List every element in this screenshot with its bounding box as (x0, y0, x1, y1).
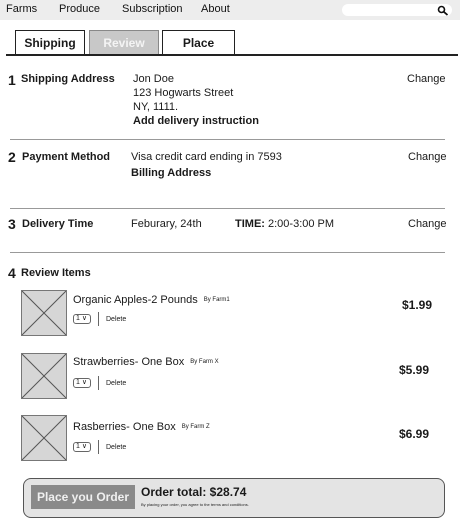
payment-method-heading: Payment Method (22, 151, 111, 163)
billing-address-link[interactable]: Billing Address (131, 167, 211, 179)
item-title[interactable]: Strawberries- One Box (73, 356, 184, 368)
delete-item-button[interactable]: Delete (106, 444, 126, 451)
quantity-value: 1 (76, 379, 80, 386)
chevron-down-icon: ∨ (81, 379, 87, 386)
city-address: NY, 1111. (133, 101, 179, 113)
product-image-placeholder (21, 353, 67, 399)
divider (10, 208, 445, 209)
chevron-down-icon: ∨ (81, 315, 87, 322)
divider (10, 252, 445, 253)
quantity-select[interactable]: 1 ∨ (73, 442, 91, 452)
item-farm: By Farm X (190, 359, 219, 366)
product-image-placeholder (21, 290, 67, 336)
section-number: 1 (8, 72, 16, 88)
item-price: $1.99 (402, 298, 433, 312)
divider (98, 312, 99, 326)
card-info: Visa credit card ending in 7593 (131, 151, 282, 163)
quantity-value: 1 (76, 443, 80, 450)
nav-produce[interactable]: Produce (59, 3, 100, 15)
street-address: 123 Hogwarts Street (133, 87, 234, 99)
item-farm: By Farm Z (181, 424, 210, 431)
nav-subscription[interactable]: Subscription (122, 3, 183, 15)
terms-notice[interactable]: By placing your order, you agree to the … (141, 502, 249, 507)
order-total: Order total: $28.74 (141, 485, 247, 499)
recipient-name: Jon Doe (133, 73, 174, 85)
time-label: TIME: (235, 218, 265, 230)
item-name: Rasberries- One Box By Farm Z (73, 421, 210, 433)
shipping-address-heading: Shipping Address (21, 73, 115, 85)
delete-item-button[interactable]: Delete (106, 380, 126, 387)
delivery-date: Feburary, 24th (131, 218, 202, 230)
nav-about[interactable]: About (201, 3, 230, 15)
section-number: 2 (8, 149, 16, 165)
item-title[interactable]: Organic Apples-2 Pounds (73, 294, 198, 306)
nav-farms[interactable]: Farms (6, 3, 37, 15)
delivery-time-window: 2:00-3:00 PM (268, 218, 335, 230)
item-name: Strawberries- One Box By Farm X (73, 356, 219, 368)
delivery-time-heading: Delivery Time (22, 218, 94, 230)
divider (10, 139, 445, 140)
section-number: 4 (8, 265, 16, 281)
tab-place[interactable]: Place (162, 30, 235, 54)
quantity-select[interactable]: 1 ∨ (73, 378, 91, 388)
search-icon[interactable] (437, 4, 449, 16)
divider (98, 376, 99, 390)
item-price: $5.99 (399, 363, 430, 377)
product-image-placeholder (21, 415, 67, 461)
item-farm: By Farm1 (203, 297, 230, 304)
item-price: $6.99 (399, 427, 430, 441)
item-title[interactable]: Rasberries- One Box (73, 421, 176, 433)
review-items-heading: Review Items (21, 267, 91, 279)
chevron-down-icon: ∨ (81, 443, 87, 450)
order-summary-bar: Place you Order Order total: $28.74 By p… (23, 478, 445, 518)
section-number: 3 (8, 216, 16, 232)
tab-underline (6, 54, 458, 56)
change-shipping-link[interactable]: Change (407, 73, 446, 85)
quantity-value: 1 (76, 315, 80, 322)
tab-review[interactable]: Review (89, 30, 159, 54)
tab-shipping[interactable]: Shipping (15, 30, 85, 54)
change-delivery-link[interactable]: Change (408, 218, 447, 230)
quantity-select[interactable]: 1 ∨ (73, 314, 91, 324)
top-nav: Farms Produce Subscription About (0, 0, 460, 20)
change-payment-link[interactable]: Change (408, 151, 447, 163)
search-input[interactable] (342, 4, 452, 16)
delete-item-button[interactable]: Delete (106, 316, 126, 323)
divider (98, 440, 99, 454)
add-delivery-instruction-link[interactable]: Add delivery instruction (133, 115, 259, 127)
item-name: Organic Apples-2 Pounds By Farm1 (73, 294, 230, 306)
place-order-button[interactable]: Place you Order (31, 485, 135, 509)
